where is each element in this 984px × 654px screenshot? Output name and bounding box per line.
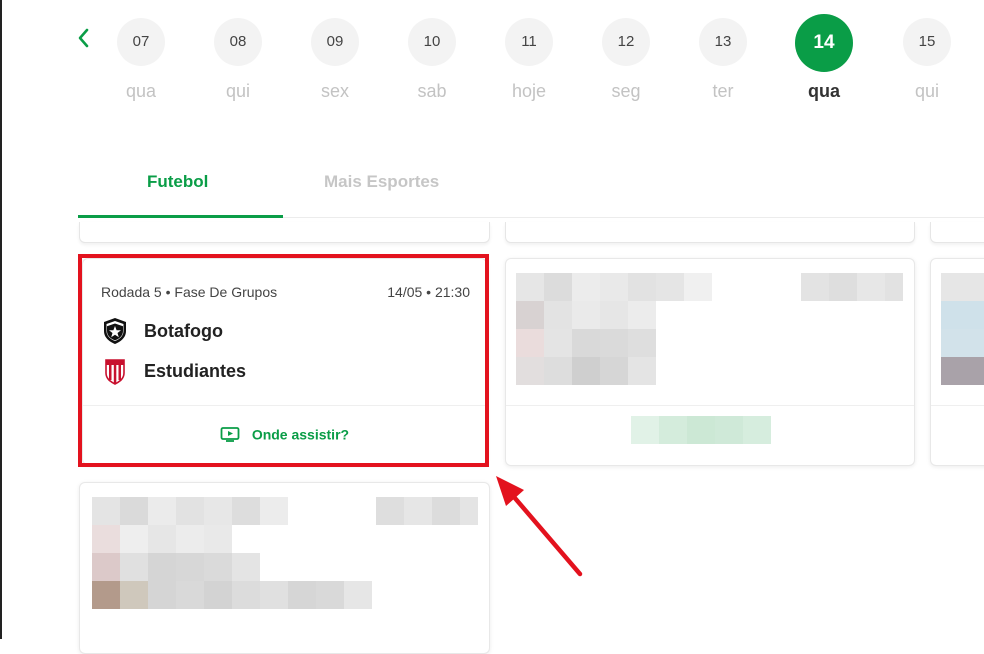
tab-futebol[interactable]: Futebol [147, 172, 208, 192]
date-number: 12 [602, 18, 650, 66]
card-remnant [505, 222, 915, 243]
card-divider [931, 405, 984, 406]
date-weekday: qua [807, 81, 840, 101]
date-item[interactable]: 15 qui [897, 18, 957, 102]
date-item-today[interactable]: 11 hoje [499, 18, 559, 102]
blurred-content [516, 273, 903, 444]
annotation-highlight-box [78, 254, 489, 467]
date-number: 10 [408, 18, 456, 66]
card-remnant [79, 222, 490, 243]
date-number: 11 [505, 18, 553, 66]
date-weekday: qua [125, 81, 157, 101]
date-item[interactable]: 09 sex [305, 18, 365, 102]
blurred-content [92, 497, 478, 609]
date-number: 15 [903, 18, 951, 66]
card-remnant [930, 222, 984, 243]
date-back-button[interactable] [72, 24, 96, 52]
blurred-content [941, 273, 984, 385]
date-number: 07 [117, 18, 165, 66]
date-weekday: sab [417, 81, 447, 101]
date-number: 14 [795, 14, 853, 72]
date-item[interactable]: 07 qua [111, 18, 171, 102]
tab-mais-esportes[interactable]: Mais Esportes [324, 172, 439, 192]
date-number: 09 [311, 18, 359, 66]
date-number: 13 [699, 18, 747, 66]
date-weekday: hoje [511, 81, 547, 101]
match-card-blurred[interactable] [79, 482, 490, 654]
tab-active-indicator [78, 215, 283, 218]
date-item[interactable]: 08 qui [208, 18, 268, 102]
date-item[interactable]: 10 sab [402, 18, 462, 102]
match-card-blurred[interactable] [930, 258, 984, 466]
date-number: 08 [214, 18, 262, 66]
date-item-selected[interactable]: 14 qua [794, 14, 854, 102]
date-item[interactable]: 12 seg [596, 18, 656, 102]
annotation-arrow-icon [496, 476, 583, 577]
chevron-left-icon [78, 28, 89, 48]
date-weekday: qui [225, 81, 251, 101]
date-item[interactable]: 13 ter [693, 18, 753, 102]
window-edge [0, 0, 2, 639]
date-weekday: ter [712, 81, 734, 101]
match-card-blurred[interactable] [505, 258, 915, 466]
date-weekday: qui [914, 81, 940, 101]
date-weekday: seg [611, 81, 641, 101]
date-weekday: sex [320, 81, 349, 101]
